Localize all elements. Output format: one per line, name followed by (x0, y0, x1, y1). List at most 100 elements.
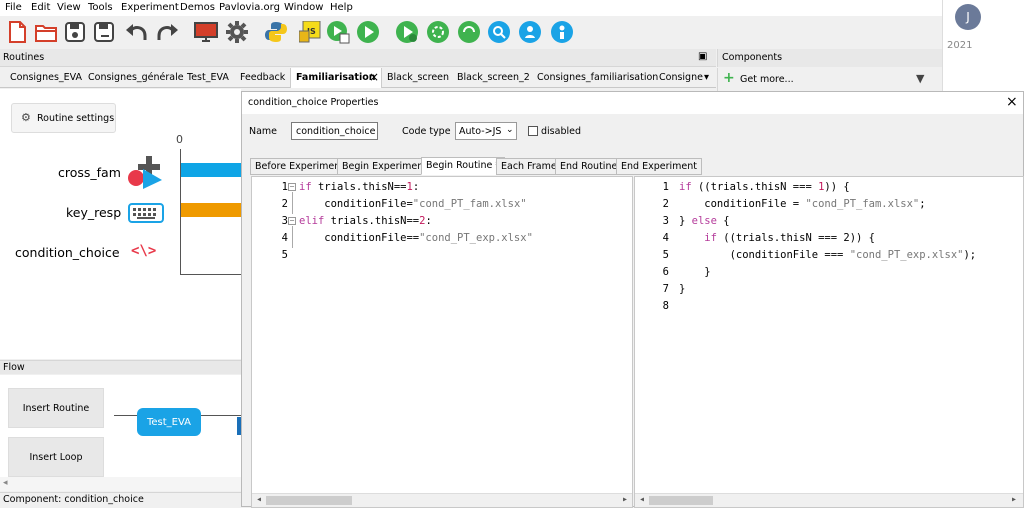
get-more-link[interactable]: Get more... (740, 74, 794, 85)
code-line[interactable]: conditionFile = "cond_PT_fam.xlsx"; (679, 198, 925, 210)
menu-experiment[interactable]: Experiment (121, 2, 179, 13)
filter-icon[interactable]: ▼ (916, 72, 924, 85)
code-line[interactable]: if trials.thisN==1: (299, 181, 419, 193)
js-icon: JS (299, 21, 321, 43)
avatar[interactable]: J (955, 4, 981, 30)
tab-consignes-generale[interactable]: Consignes_générale (88, 72, 184, 83)
component-label-key-resp[interactable]: key_resp (66, 205, 121, 220)
timeline-baseline (180, 274, 241, 275)
monitor-button[interactable] (193, 19, 219, 45)
menu-edit[interactable]: Edit (31, 2, 50, 13)
component-label-cross-fam[interactable]: cross_fam (58, 165, 121, 180)
keyboard-icon[interactable] (128, 202, 164, 224)
tab-each-frame[interactable]: Each Frame (496, 158, 562, 175)
run-button[interactable] (355, 19, 381, 45)
flow-routine-test-eva[interactable]: Test_EVA (137, 408, 201, 436)
pavlovia-search-button[interactable] (486, 19, 512, 45)
insert-routine-button[interactable]: Insert Routine (8, 388, 104, 428)
name-input[interactable]: condition_choice (291, 122, 378, 140)
save-button[interactable] (62, 19, 88, 45)
tab-consignes-familiarisation[interactable]: Consignes_familiarisation (537, 72, 658, 83)
disabled-checkbox[interactable] (528, 126, 538, 136)
tabs-more-icon[interactable]: ▾ (704, 72, 709, 83)
code-line[interactable]: conditionFile=="cond_PT_exp.xlsx" (299, 232, 533, 244)
routine-settings-label: Routine settings (37, 113, 115, 124)
pavlovia-run-button[interactable] (394, 19, 420, 45)
js-hscrollbar[interactable]: ◂ ▸ (635, 493, 1023, 507)
sync-icon (427, 21, 449, 43)
python-code-lines: if trials.thisN==1: conditionFile="cond_… (297, 177, 632, 493)
tab-begin-experiment[interactable]: Begin Experiment (337, 158, 432, 175)
cross-fam-bar[interactable] (181, 163, 241, 177)
python-icon (265, 22, 287, 42)
js-button[interactable]: JS (297, 19, 323, 45)
close-tab-icon[interactable]: × (369, 70, 379, 84)
python-button[interactable] (263, 19, 289, 45)
tab-consignes[interactable]: Consignes (659, 72, 703, 83)
insert-loop-button[interactable]: Insert Loop (8, 437, 104, 477)
preferences-button[interactable] (224, 19, 250, 45)
menu-window[interactable]: Window (284, 2, 323, 13)
pavlovia-user-button[interactable] (517, 19, 543, 45)
pavlovia-sync-button[interactable] (425, 19, 451, 45)
flow-panel-header: Flow (0, 360, 241, 374)
polygon-icon[interactable] (127, 153, 163, 189)
python-code-editor[interactable]: 1 2 3 4 5 − − if trials.thisN==1: condit… (251, 176, 633, 508)
open-button[interactable] (33, 19, 59, 45)
code-line[interactable]: conditionFile="cond_PT_fam.xlsx" (299, 198, 526, 210)
tab-before-experiment[interactable]: Before Experiment (250, 158, 349, 175)
python-hscrollbar[interactable]: ◂ ▸ (252, 493, 632, 507)
js-code-editor[interactable]: 1 2 3 4 5 6 7 8 if ((trials.thisN === 1)… (634, 176, 1024, 508)
tab-end-experiment[interactable]: End Experiment (616, 158, 702, 175)
tab-black-screen[interactable]: Black_screen (387, 72, 449, 83)
fold-marker[interactable]: − (288, 217, 296, 225)
new-file-button[interactable] (4, 19, 30, 45)
component-label-condition-choice[interactable]: condition_choice (15, 245, 120, 260)
fold-marker[interactable]: − (288, 183, 296, 191)
tab-consignes-eva[interactable]: Consignes_EVA (10, 72, 82, 83)
code-type-label: Code type (402, 126, 451, 137)
tab-test-eva[interactable]: Test_EVA (187, 72, 229, 83)
code-type-select[interactable]: Auto->JS ⌄ (455, 122, 517, 140)
pavlovia-info-button[interactable] (549, 19, 575, 45)
routine-settings-button[interactable]: ⚙ Routine settings (11, 103, 116, 133)
tab-familiarisation[interactable]: Familiarisation × (290, 68, 382, 88)
menu-pavlovia[interactable]: Pavlovia.org (219, 2, 280, 13)
save-as-button[interactable] (91, 19, 117, 45)
plus-icon: + (723, 70, 735, 86)
menu-tools[interactable]: Tools (88, 2, 113, 13)
routines-collapse-button[interactable]: ▣ (698, 51, 707, 62)
routine-tabs: Consignes_EVA Consignes_générale Test_EV… (0, 68, 716, 88)
undo-button[interactable] (124, 19, 150, 45)
menu-view[interactable]: View (57, 2, 81, 13)
code-line[interactable]: (conditionFile === "cond_PT_exp.xlsx"); (679, 249, 977, 261)
code-line[interactable]: } (679, 266, 710, 278)
code-icon[interactable]: <\> (131, 243, 156, 259)
code-type-value: Auto->JS (459, 126, 502, 137)
account-icon (551, 21, 573, 43)
monitor-icon (194, 22, 218, 42)
menu-file[interactable]: File (5, 2, 22, 13)
redo-icon (157, 24, 178, 40)
pavlovia-project-button[interactable] (456, 19, 482, 45)
tab-black-screen-2[interactable]: Black_screen_2 (457, 72, 530, 83)
menu-help[interactable]: Help (330, 2, 353, 13)
close-icon[interactable]: × (1006, 94, 1018, 110)
code-line[interactable]: if ((trials.thisN === 1)) { (679, 181, 850, 193)
flow-scrollbar[interactable]: ◂ (0, 477, 241, 491)
tab-begin-routine[interactable]: Begin Routine * (421, 157, 506, 175)
code-line[interactable]: } else { (679, 215, 730, 227)
code-line[interactable]: if ((trials.thisN === 2)) { (679, 232, 875, 244)
code-line[interactable]: } (679, 283, 685, 295)
compile-run-button[interactable] (325, 19, 351, 45)
pavlovia-play-icon (396, 21, 418, 43)
user-icon (519, 21, 541, 43)
menu-demos[interactable]: Demos (180, 2, 215, 13)
flow-title: Flow (3, 362, 25, 373)
key-resp-bar[interactable] (181, 203, 241, 217)
toolbar: JS (0, 16, 942, 48)
redo-button[interactable] (154, 19, 180, 45)
tab-feedback[interactable]: Feedback (240, 72, 285, 83)
code-line[interactable]: elif trials.thisN==2: (299, 215, 432, 227)
tab-end-routine[interactable]: End Routine (555, 158, 623, 175)
